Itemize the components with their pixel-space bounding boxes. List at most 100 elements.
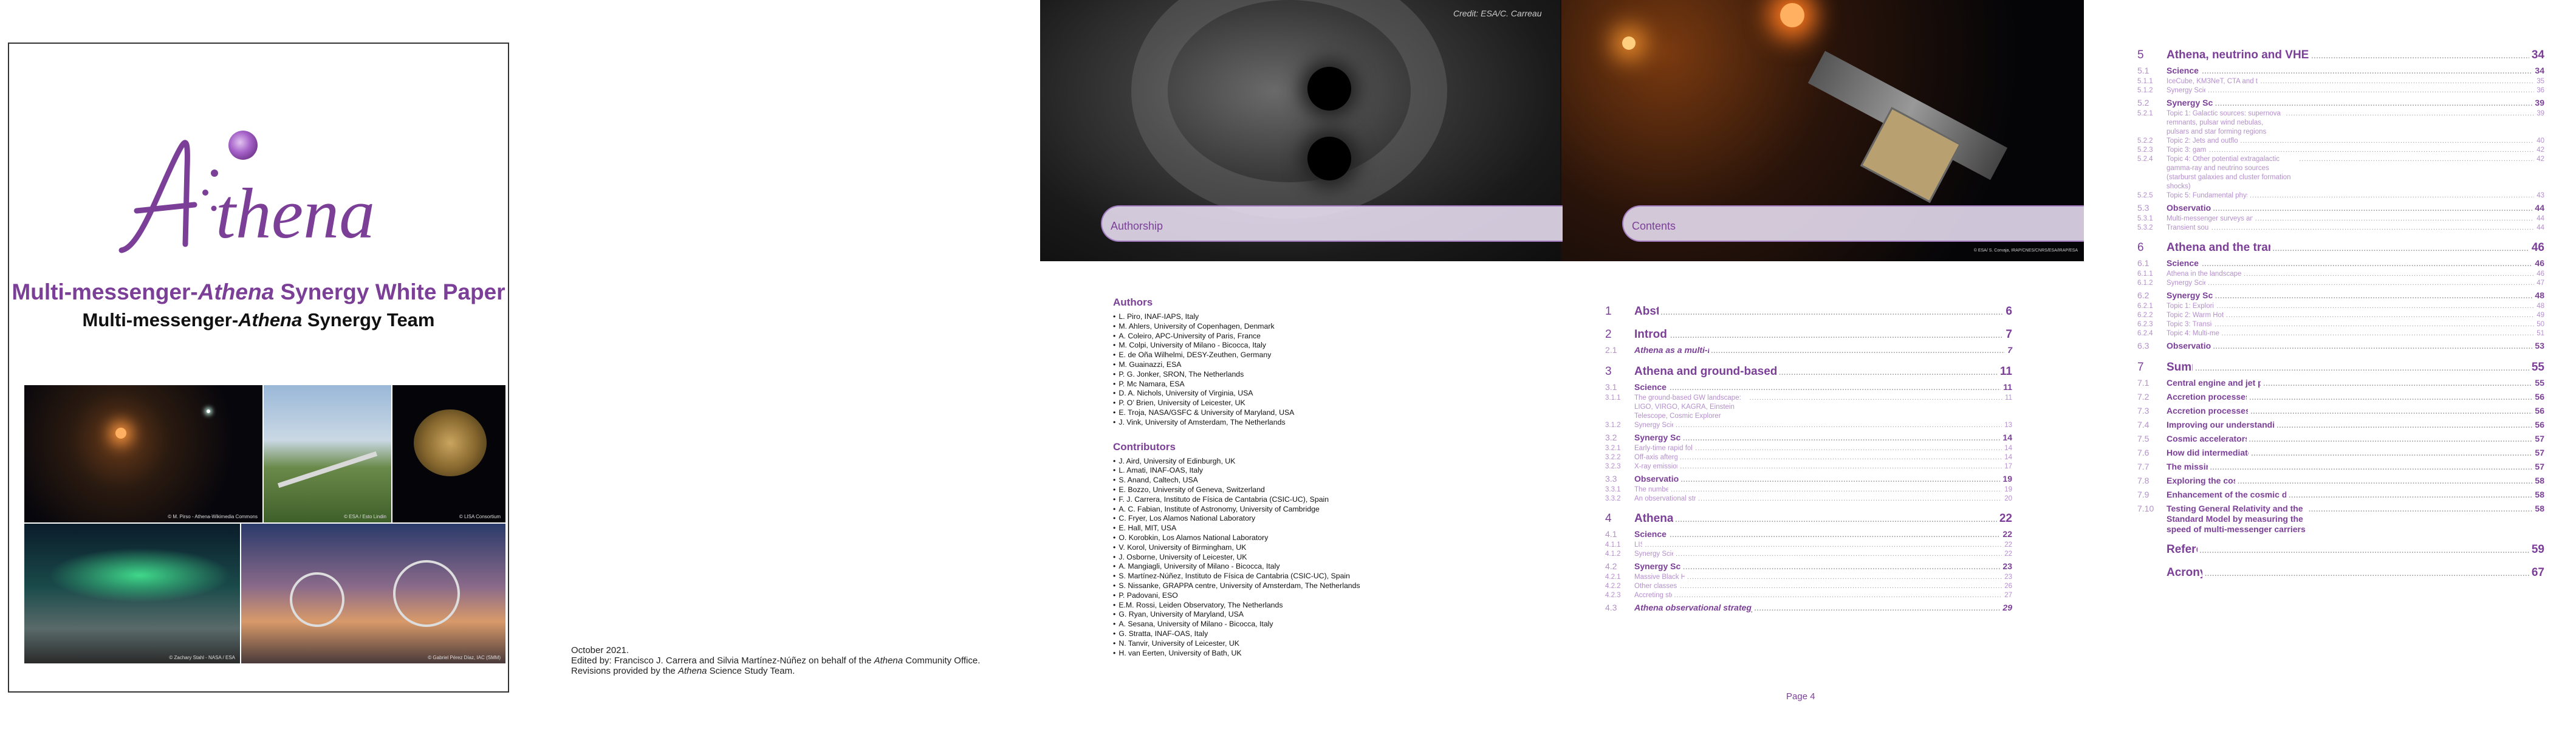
toc-entry[interactable]: 3.2.1 Early-time rapid follow-up and prec… <box>1605 444 2012 453</box>
toc-leader-dots <box>2311 50 2529 63</box>
toc-entry[interactable]: 6.1.2 Synergy Science Themes 47 <box>2137 279 2544 288</box>
toc-entry[interactable]: 3.3 Observational strategy 19 <box>1605 474 2012 485</box>
toc-page: 59 <box>2531 543 2544 556</box>
toc-page: 48 <box>2537 303 2544 310</box>
toc-entry[interactable]: 7.2 Accretion processes and jet physics i… <box>2137 392 2544 403</box>
toc-entry[interactable]: 3.1.1 The ground-based GW landscape: LIGO… <box>1605 394 2012 421</box>
toc-title: Synergy Science Topics <box>2167 290 2213 300</box>
toc-entry[interactable]: 2 Introduction 7 <box>1605 328 2012 343</box>
toc-entry[interactable]: 3.3.1 The number of targets 19 <box>1605 485 2012 495</box>
toc-leader-dots <box>1683 434 2000 444</box>
toc-entry[interactable]: 4.1.2 Synergy Science Themes 22 <box>1605 550 2012 559</box>
toc-entry[interactable]: 4.1 Science Themes 22 <box>1605 529 2012 541</box>
toc-number: 6.2.4 <box>2137 330 2153 337</box>
toc-leader-dots <box>2238 477 2532 487</box>
toc-leader-dots <box>2263 379 2532 389</box>
toc-entry[interactable]: 3.2.3 X-ray emission from kilonova 17 <box>1605 462 2012 471</box>
toc-entry[interactable]: 4.1.1 LISA 22 <box>1605 541 2012 550</box>
toc-entry[interactable]: Acronym List 67 <box>2137 566 2544 581</box>
toc-entry[interactable]: 6.2.1 Topic 1: Exploring Cosmic Dawn 48 <box>2137 302 2544 311</box>
collage-lisa: © LISA Consortium <box>392 385 505 522</box>
toc-entry[interactable]: 4.2 Synergy Science Topics 23 <box>1605 561 2012 573</box>
toc-leader-dots <box>2244 270 2534 279</box>
toc-entry[interactable]: 5.2.1 Topic 1: Galactic sources: supernov… <box>2137 109 2544 137</box>
person-entry: E.M. Rossi, Leiden Observatory, The Neth… <box>1113 601 1453 611</box>
toc-entry[interactable]: 3.3.2 An observational strategy for scien… <box>1605 495 2012 504</box>
toc-entry[interactable]: 7.8 Exploring the cosmic dawn with GRBs 58 <box>2137 476 2544 487</box>
toc-entry[interactable]: 5.3.1 Multi-messenger surveys and observa… <box>2137 214 2544 224</box>
toc-title: The ground-based GW landscape: LIGO, VIR… <box>1634 394 1741 420</box>
toc-entry[interactable]: 7 Summary 55 <box>2137 361 2544 375</box>
toc-entry[interactable]: 5.2.2 Topic 2: Jets and outflows from act… <box>2137 137 2544 146</box>
toc-entry[interactable]: 7.7 The missing baryons 57 <box>2137 462 2544 473</box>
toc-entry[interactable]: References 59 <box>2137 543 2544 558</box>
toc-entry[interactable]: 3.1.2 Synergy Science Themes 13 <box>1605 421 2012 430</box>
toc-number: 5.1 <box>2137 66 2150 75</box>
toc-entry[interactable]: 7.9 Enhancement of the cosmic distance sc… <box>2137 490 2544 501</box>
toc-entry[interactable]: 3 Athena and ground-based GW observatorie… <box>1605 365 2012 380</box>
toc-entry[interactable]: 6 Athena and the transient universe with … <box>2137 241 2544 256</box>
toc-entry[interactable]: 5.2.3 Topic 3: gamma-ray bursts 42 <box>2137 146 2544 155</box>
toc-entry[interactable]: 5.1 Science Themes 34 <box>2137 66 2544 77</box>
toc-number: 3.1.1 <box>1605 394 1621 402</box>
toc-leader-dots <box>2202 259 2532 270</box>
toc-entry[interactable]: 1 Abstract 6 <box>1605 305 2012 320</box>
contributors-heading: Contributors <box>1113 440 1176 453</box>
toc-entry[interactable]: 4.2.2 Other classes of BH mergers 26 <box>1605 582 2012 591</box>
toc-entry[interactable]: 6.1 Science Themes 46 <box>2137 258 2544 270</box>
toc-number: 4.2.2 <box>1605 583 1621 590</box>
toc-entry[interactable]: 2.1 Athena as a multi-messenger observato… <box>1605 345 2012 357</box>
toc-entry[interactable]: 3.1 Science Themes 11 <box>1605 382 2012 394</box>
toc-entry[interactable]: 5.1.1 IceCube, KM3NeT, CTA and the VHE ga… <box>2137 77 2544 86</box>
toc-title: Observational strategy <box>1634 474 1679 484</box>
toc-page: 40 <box>2537 137 2544 145</box>
toc-entry[interactable]: 4.3 Athena observational strategy for mon… <box>1605 603 2012 614</box>
toc-entry[interactable]: 7.5 Cosmic accelerators and origin of cos… <box>2137 434 2544 445</box>
toc-entry[interactable]: 5.3.2 Transient sources and alerts 44 <box>2137 224 2544 233</box>
toc-entry[interactable]: 5.2.4 Topic 4: Other potential extragalac… <box>2137 155 2544 191</box>
toc-entry[interactable]: 6.3 Observational strategy 53 <box>2137 341 2544 352</box>
person-entry: L. Piro, INAF-IAPS, Italy <box>1113 312 1453 322</box>
toc-entry[interactable]: 5.2.5 Topic 5: Fundamental physics: Viola… <box>2137 191 2544 200</box>
toc-page: 46 <box>2531 241 2544 254</box>
aurora-glow <box>49 548 231 603</box>
toc-entry[interactable]: 7.4 Improving our understanding of the eq… <box>2137 420 2544 431</box>
toc-page: 36 <box>2537 87 2544 94</box>
toc-column-right: 5 Athena, neutrino and VHE gamma-ray obse… <box>2137 40 2544 581</box>
toc-entry[interactable]: 4 Athena & LISA 22 <box>1605 512 2012 527</box>
toc-entry[interactable]: 5 Athena, neutrino and VHE gamma-ray obse… <box>2137 49 2544 63</box>
toc-number: 3 <box>1605 365 1612 378</box>
toc-entry[interactable]: 3.2.2 Off-axis afterglow monitoring 14 <box>1605 453 2012 462</box>
toc-entry[interactable]: 5.3 Observational strategy 44 <box>2137 203 2544 214</box>
cover-team-em: Athena <box>238 309 303 330</box>
toc-page: 42 <box>2537 146 2544 154</box>
toc-entry[interactable]: 7.1 Central engine and jet physics in com… <box>2137 378 2544 389</box>
bright-star <box>1622 36 1636 50</box>
person-entry: N. Tanvir, University of Leicester, UK <box>1113 639 1453 649</box>
toc-entry[interactable]: 4.2.3 Accreting stellar binaries 27 <box>1605 591 2012 600</box>
toc-number: 5.2.3 <box>2137 146 2153 154</box>
toc-entry[interactable]: 6.1.1 Athena in the landscape of Transien… <box>2137 270 2544 279</box>
person-entry: P. G. Jonker, SRON, The Netherlands <box>1113 370 1453 380</box>
toc-entry[interactable]: 6.2.3 Topic 3: Transient astrophysics 50 <box>2137 320 2544 329</box>
toc-entry[interactable]: 6.2.4 Topic 4: Multi-messenger astronomy 5… <box>2137 329 2544 338</box>
toc-entry[interactable]: 5.2 Synergy Science Topics 39 <box>2137 98 2544 109</box>
toc-leader-dots <box>1681 475 2001 485</box>
edition-editors: Edited by: Francisco J. Carrera and Silv… <box>571 655 980 666</box>
person-entry: S. Nissanke, GRAPPA centre, University o… <box>1113 581 1453 591</box>
toc-number: 3.1.2 <box>1605 422 1621 429</box>
toc-entry[interactable]: 7.6 How did intermediate- and high-Z elem… <box>2137 448 2544 459</box>
toc-entry[interactable]: 4.2.1 Massive Black Hole Coalescences 23 <box>1605 573 2012 582</box>
toc-title: The number of targets <box>1634 486 1669 493</box>
toc-entry[interactable]: 7.3 Accretion processes in compact stella… <box>2137 406 2544 417</box>
toc-entry[interactable]: 7.10 Testing General Relativity and the S… <box>2137 504 2544 535</box>
toc-page: 49 <box>2537 312 2544 319</box>
toc-entry[interactable]: 6.2.2 Topic 2: Warm Hot Intergalactic Med… <box>2137 311 2544 320</box>
toc-entry[interactable]: 6.2 Synergy Science Topics 48 <box>2137 290 2544 302</box>
toc-number: 4 <box>1605 512 1612 525</box>
toc-entry[interactable]: 3.2 Synergy Science Topics 14 <box>1605 433 2012 444</box>
toc-title: Athena & LISA <box>1634 512 1673 525</box>
toc-leader-dots <box>2213 204 2533 214</box>
toc-title: Observational strategy <box>2167 341 2211 351</box>
toc-entry[interactable]: 5.1.2 Synergy Science Themes 36 <box>2137 86 2544 95</box>
